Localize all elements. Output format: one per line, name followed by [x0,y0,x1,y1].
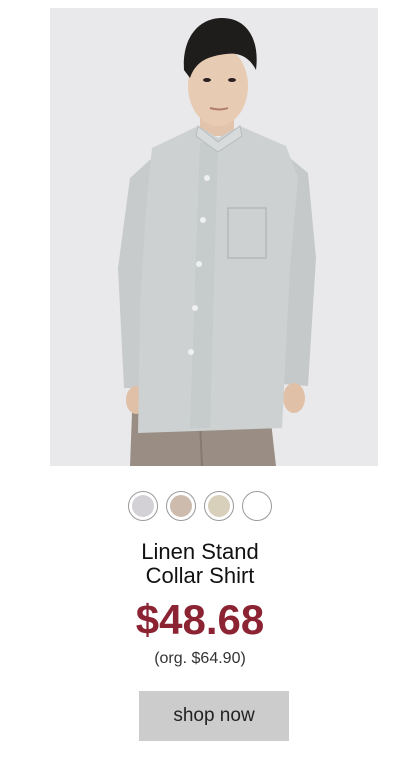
swatch-dot [170,495,192,517]
product-name-line1[interactable]: Linen Stand [0,540,400,564]
color-swatch-gray[interactable] [128,491,158,521]
sale-price: $48.68 [135,596,265,643]
color-swatches [0,491,400,523]
original-price: (org. $64.90) [154,650,246,667]
product-image[interactable] [50,8,378,466]
color-swatch-beige[interactable] [166,491,196,521]
color-swatch-ecru[interactable] [204,491,234,521]
color-swatch-white[interactable] [242,491,272,521]
swatch-dot [246,495,268,517]
swatch-dot [208,495,230,517]
product-name-line2[interactable]: Collar Shirt [0,564,400,588]
model-photo [50,8,378,466]
shop-now-button[interactable]: shop now [139,691,289,741]
swatch-dot [132,495,154,517]
